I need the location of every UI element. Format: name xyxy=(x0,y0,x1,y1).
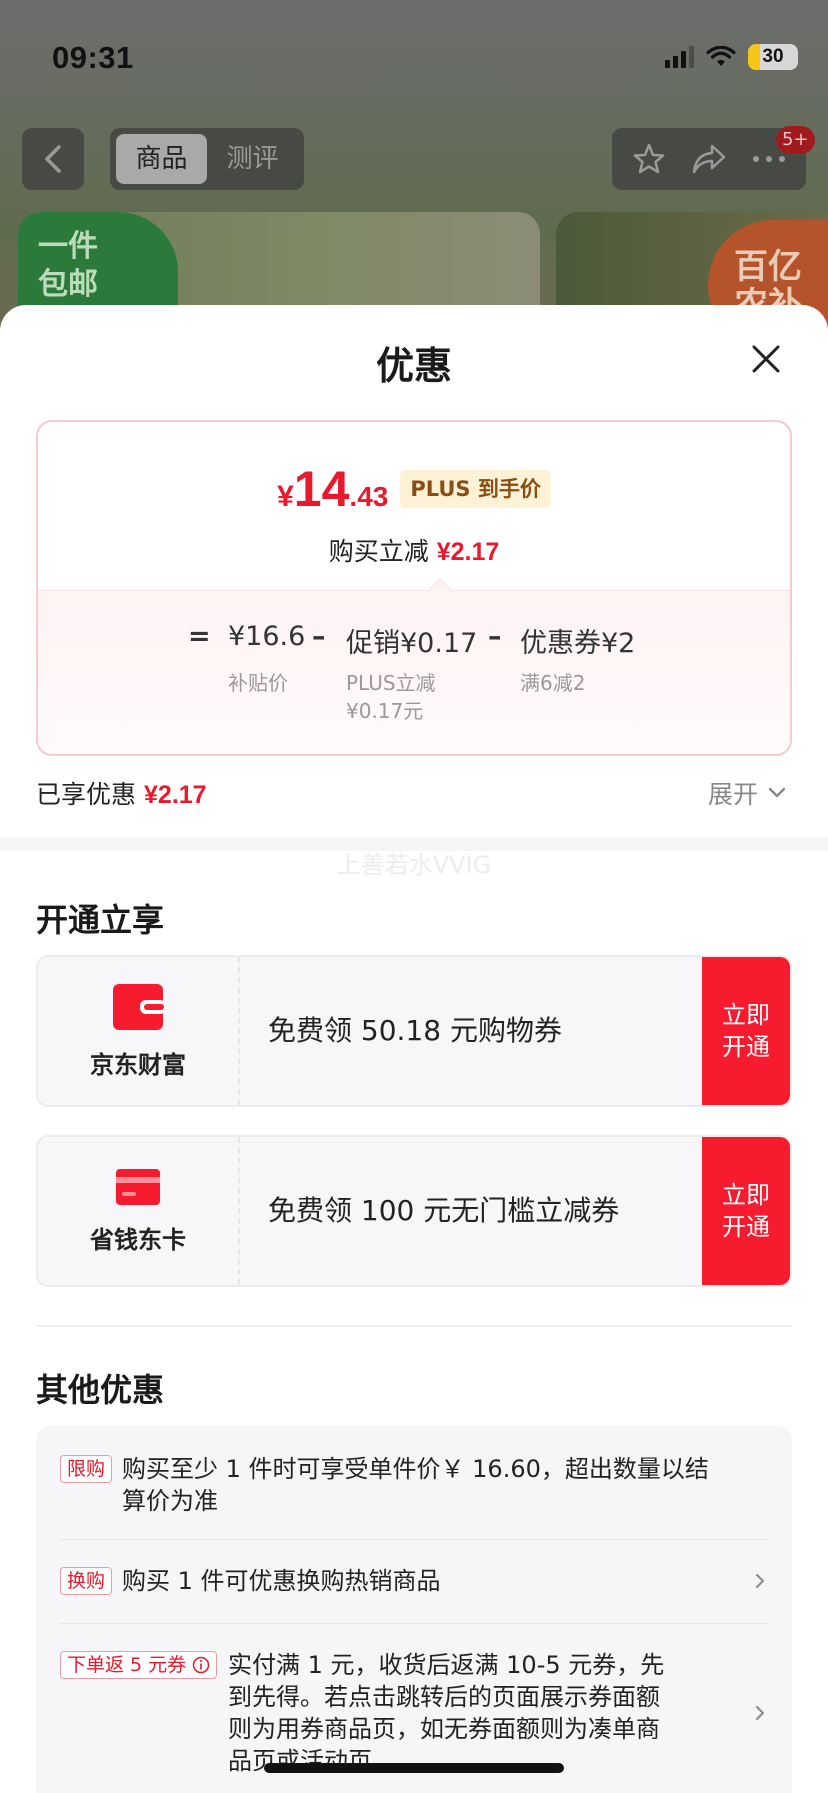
cta-line-1: 立即 xyxy=(722,1181,770,1209)
chevron-left-icon xyxy=(45,145,61,173)
list-item-purchase-limit: 限购 购买至少 1 件时可享受单件价￥ 16.60，超出数量以结 算价为准 xyxy=(60,1453,768,1517)
expand-label: 展开 xyxy=(708,780,759,809)
promo-discount: 促销¥0.17 xyxy=(346,628,478,659)
base-price: ¥16.6 xyxy=(228,621,306,652)
exchange-text: 购买 1 件可优惠换购热销商品 xyxy=(122,1567,441,1595)
cta-line-1: 立即 xyxy=(722,1001,770,1029)
wifi-icon xyxy=(706,46,736,66)
brand-block: 京东财富 xyxy=(38,957,240,1105)
cashback-text-line: 到先得。若点击跳转后的页面展示券面额 xyxy=(228,1683,660,1711)
background-product-page: 09:31 30 商品 测评 5+ 一件 包邮 百亿 xyxy=(0,0,828,362)
enjoyed-discount: 已享优惠 ¥2.17 xyxy=(36,775,207,811)
list-item-exchange[interactable]: 换购 购买 1 件可优惠换购热销商品 xyxy=(60,1565,768,1601)
equals-sign: = xyxy=(188,621,211,652)
final-price: ¥ 14 .43 PLUS 到手价 xyxy=(38,460,790,518)
row-separator xyxy=(60,1539,768,1540)
message-count-badge: 5+ xyxy=(776,126,815,154)
status-icons: 30 xyxy=(665,44,798,70)
price-calculation: = ¥16.6 – 促销¥0.17 – 优惠券¥2 补贴价 PLUS立减 ¥0.… xyxy=(38,590,790,754)
enjoyed-label: 已享优惠 xyxy=(36,780,137,809)
limit-tag: 限购 xyxy=(60,1455,113,1483)
plus-price-tag: PLUS 到手价 xyxy=(400,470,551,508)
brand-block: 省钱东卡 xyxy=(38,1137,240,1285)
chevron-down-icon xyxy=(768,787,786,798)
minus-sign: – xyxy=(488,621,502,652)
open-now-button[interactable]: 立即 开通 xyxy=(702,957,790,1105)
instant-reduction: 购买立减 ¥2.17 xyxy=(38,532,790,568)
brand-name: 京东财富 xyxy=(90,1050,186,1079)
more-icon[interactable] xyxy=(751,154,787,164)
battery-level: 30 xyxy=(762,46,784,67)
coupon-label: 满6减2 xyxy=(520,671,586,695)
promo-label: PLUS立减 xyxy=(346,671,436,695)
row-separator xyxy=(60,1623,768,1624)
jd-finance-card[interactable]: 京东财富 免费领 50.18 元购物券 立即开通 xyxy=(36,955,792,1107)
watermark: 上善若水VVIG xyxy=(336,851,492,879)
base-price-label: 补贴价 xyxy=(228,671,288,695)
exchange-tag: 换购 xyxy=(60,1567,113,1595)
share-icon[interactable] xyxy=(690,142,728,176)
limit-text-line: 购买至少 1 件时可享受单件价￥ 16.60，超出数量以结 xyxy=(122,1455,709,1483)
credit-card-icon xyxy=(116,1168,160,1205)
discount-sheet: 优惠 ¥ 14 .43 PLUS 到手价 购买立减 ¥2.17 = ¥16.6 –… xyxy=(0,305,828,1793)
status-time: 09:31 xyxy=(52,40,134,75)
divider xyxy=(36,1325,792,1327)
close-icon[interactable] xyxy=(744,337,788,381)
home-indicator[interactable] xyxy=(264,1763,564,1773)
info-icon[interactable] xyxy=(192,1656,210,1674)
savings-card[interactable]: 省钱东卡 免费领 100 元无门槛立减券 立即开通 xyxy=(36,1135,792,1287)
tab-product[interactable]: 商品 xyxy=(116,134,207,184)
coupon-discount: 优惠券¥2 xyxy=(520,628,636,659)
chevron-right-icon xyxy=(756,1574,764,1588)
tab-review[interactable]: 测评 xyxy=(207,134,298,184)
limit-text-line: 算价为准 xyxy=(122,1487,218,1515)
sheet-title: 优惠 xyxy=(375,344,452,388)
expand-button[interactable]: 展开 xyxy=(708,775,786,811)
battery-icon: 30 xyxy=(748,44,798,70)
card-description: 免费领 100 元无门槛立减券 xyxy=(268,1194,620,1227)
promo-label-amount: ¥0.17元 xyxy=(346,699,424,723)
other-discounts-list: 限购 购买至少 1 件时可享受单件价￥ 16.60，超出数量以结 算价为准 换购… xyxy=(36,1425,792,1793)
minus-sign: – xyxy=(312,621,326,652)
cta-line-2: 开通 xyxy=(722,1033,770,1061)
card-description: 免费领 50.18 元购物券 xyxy=(268,1014,562,1047)
cashback-tag-label: 下单返 5 元券 xyxy=(67,1654,187,1676)
cta-line-2: 开通 xyxy=(722,1213,770,1241)
open-section-title: 开通立享 xyxy=(36,901,165,939)
enjoyed-amount: ¥2.17 xyxy=(144,781,207,809)
open-now-button[interactable]: 立即 开通 xyxy=(702,1137,790,1285)
star-icon[interactable] xyxy=(631,141,667,177)
reduction-label: 购买立减 xyxy=(328,537,429,566)
cashback-text-line: 实付满 1 元，收货后返满 10-5 元券，先 xyxy=(228,1651,665,1679)
brand-name: 省钱东卡 xyxy=(90,1225,186,1254)
cashback-text-line: 则为用券商品页，如无券面额则为凑单商 xyxy=(228,1715,660,1743)
final-price-section: ¥ 14 .43 PLUS 到手价 购买立减 ¥2.17 xyxy=(38,422,790,590)
price-integer: 14 xyxy=(293,461,350,517)
cashback-tag: 下单返 5 元券 xyxy=(60,1651,218,1679)
product-tabs: 商品 测评 xyxy=(110,128,304,190)
wallet-icon xyxy=(113,983,164,1030)
other-section-title: 其他优惠 xyxy=(36,1371,165,1409)
price-decimal: .43 xyxy=(349,481,389,512)
cellular-signal-icon xyxy=(665,46,694,68)
back-button[interactable] xyxy=(22,128,84,190)
chevron-right-icon xyxy=(756,1706,764,1720)
reduction-amount: ¥2.17 xyxy=(436,538,500,566)
price-breakdown-card: ¥ 14 .43 PLUS 到手价 购买立减 ¥2.17 = ¥16.6 – 促销… xyxy=(36,420,792,756)
currency-symbol: ¥ xyxy=(277,480,294,513)
